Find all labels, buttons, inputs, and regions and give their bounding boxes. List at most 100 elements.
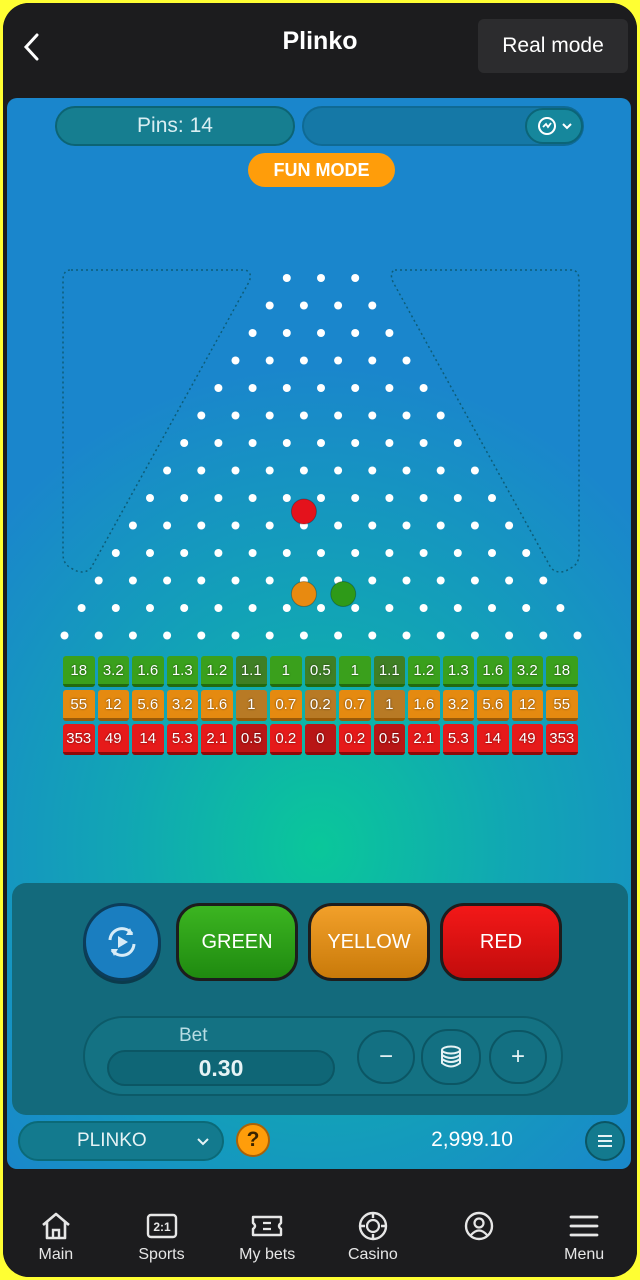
pin <box>265 301 274 310</box>
pin <box>197 466 206 475</box>
pin <box>488 604 496 612</box>
nav-profile[interactable] <box>426 1196 532 1277</box>
multiplier-cell: 1.1 <box>235 656 267 687</box>
pin <box>453 549 462 557</box>
multiplier-cell: 55 <box>546 690 578 721</box>
pin <box>385 494 394 502</box>
pin <box>453 439 462 447</box>
pin <box>436 576 445 585</box>
pin <box>351 604 360 612</box>
pin <box>60 631 69 640</box>
game-area: Pins: 14 FUN MODE 18 3.2 1.6 1.3 1.2 1.1 1 0.5 1… <box>7 98 631 1169</box>
sports-icon: 2:1 <box>146 1213 177 1239</box>
multiplier-cell: 3.2 <box>166 690 198 721</box>
multiplier-cell: 49 <box>97 724 129 755</box>
bottom-nav: Main 2:1 Sports My bets Casino Menu <box>3 1196 637 1277</box>
autoplay-icon <box>108 927 136 957</box>
pin <box>317 329 325 337</box>
pin <box>334 521 343 530</box>
multiplier-cell: 353 <box>546 724 578 755</box>
game-select[interactable]: PLINKO <box>18 1121 224 1161</box>
pin <box>265 356 274 365</box>
multiplier-cell: 1 <box>339 656 371 687</box>
pin <box>180 549 189 557</box>
pin <box>265 466 274 475</box>
multiplier-cell: 2.1 <box>201 724 233 755</box>
pin <box>470 466 479 475</box>
multiplier-cell: 5.6 <box>132 690 164 721</box>
bet-input[interactable]: 0.30 <box>107 1050 335 1086</box>
pin <box>488 494 496 502</box>
pin <box>282 274 291 282</box>
pin <box>368 411 377 420</box>
pin <box>539 576 548 585</box>
pin <box>334 631 343 640</box>
pin <box>402 631 411 640</box>
options-button[interactable] <box>585 1121 625 1161</box>
pin <box>146 549 154 557</box>
profile-icon <box>464 1211 493 1241</box>
nav-menu[interactable]: Menu <box>531 1196 637 1277</box>
multiplier-cell: 1.6 <box>132 656 164 687</box>
pin <box>231 576 240 585</box>
multiplier-cell: 1.1 <box>373 656 405 687</box>
real-mode-button[interactable]: Real mode <box>478 19 628 73</box>
yellow-button[interactable]: YELLOW <box>308 903 430 981</box>
nav-casino[interactable]: Casino <box>320 1196 426 1277</box>
pin <box>351 274 360 282</box>
pin <box>334 411 343 420</box>
nav-label: Casino <box>347 1246 398 1263</box>
chevron-down-icon <box>197 1138 209 1146</box>
game-footer: PLINKO ? 2,999.10 <box>7 1118 631 1164</box>
nav-main[interactable]: Main <box>3 1196 109 1277</box>
multiplier-cell: 1.3 <box>166 656 198 687</box>
pin <box>163 631 172 640</box>
increase-bet-button[interactable]: + <box>489 1030 547 1084</box>
nav-label: Menu <box>564 1246 605 1263</box>
pin <box>214 384 223 392</box>
multiplier-cell: 18 <box>63 656 95 687</box>
help-button[interactable]: ? <box>236 1123 270 1157</box>
pin <box>111 604 120 612</box>
pin <box>180 439 189 447</box>
pin <box>265 521 274 530</box>
svg-text:2:1: 2:1 <box>153 1220 171 1234</box>
pin <box>231 466 240 475</box>
multiplier-cell: 3.2 <box>442 690 474 721</box>
chips-button[interactable] <box>421 1029 481 1085</box>
pin <box>419 549 428 557</box>
pin <box>248 604 257 612</box>
pin <box>317 604 325 612</box>
pin <box>282 439 291 447</box>
multiplier-row-green: 18 3.2 1.6 1.3 1.2 1.1 1 0.5 1 1.1 1.2 1.3 1.6 3.2 18 <box>63 656 579 687</box>
pin <box>282 329 291 337</box>
pin <box>522 549 531 557</box>
red-button[interactable]: RED <box>440 903 562 981</box>
pin <box>128 631 137 640</box>
pin <box>556 604 565 612</box>
pin <box>368 301 377 310</box>
green-button[interactable]: GREEN <box>176 903 298 981</box>
multiplier-cell: 18 <box>546 656 578 687</box>
pin <box>94 576 103 585</box>
pin <box>334 301 343 310</box>
pin <box>402 356 411 365</box>
nav-my-bets[interactable]: My bets <box>214 1196 320 1277</box>
pin <box>505 576 514 585</box>
pin <box>470 521 479 530</box>
multiplier-cell: 1 <box>270 656 302 687</box>
autoplay-button[interactable] <box>83 903 161 981</box>
pin <box>214 549 223 557</box>
bet-panel: Bet 0.30 − + <box>83 1016 563 1096</box>
multiplier-row-yellow: 55 12 5.6 3.2 1.6 1 0.7 0.2 0.7 1 1.6 3.2 5.6 12 55 <box>63 690 579 721</box>
nav-label: My bets <box>239 1246 296 1263</box>
phone-screen: Plinko Real mode Pins: 14 FUN MODE 18 3.2… <box>3 3 637 1277</box>
pin <box>128 521 137 530</box>
nav-sports[interactable]: 2:1 Sports <box>109 1196 215 1277</box>
pin <box>334 466 343 475</box>
pin <box>197 411 206 420</box>
pin <box>351 439 360 447</box>
decrease-bet-button[interactable]: − <box>357 1030 415 1084</box>
pin <box>282 604 291 612</box>
ticket-icon <box>251 1215 283 1237</box>
